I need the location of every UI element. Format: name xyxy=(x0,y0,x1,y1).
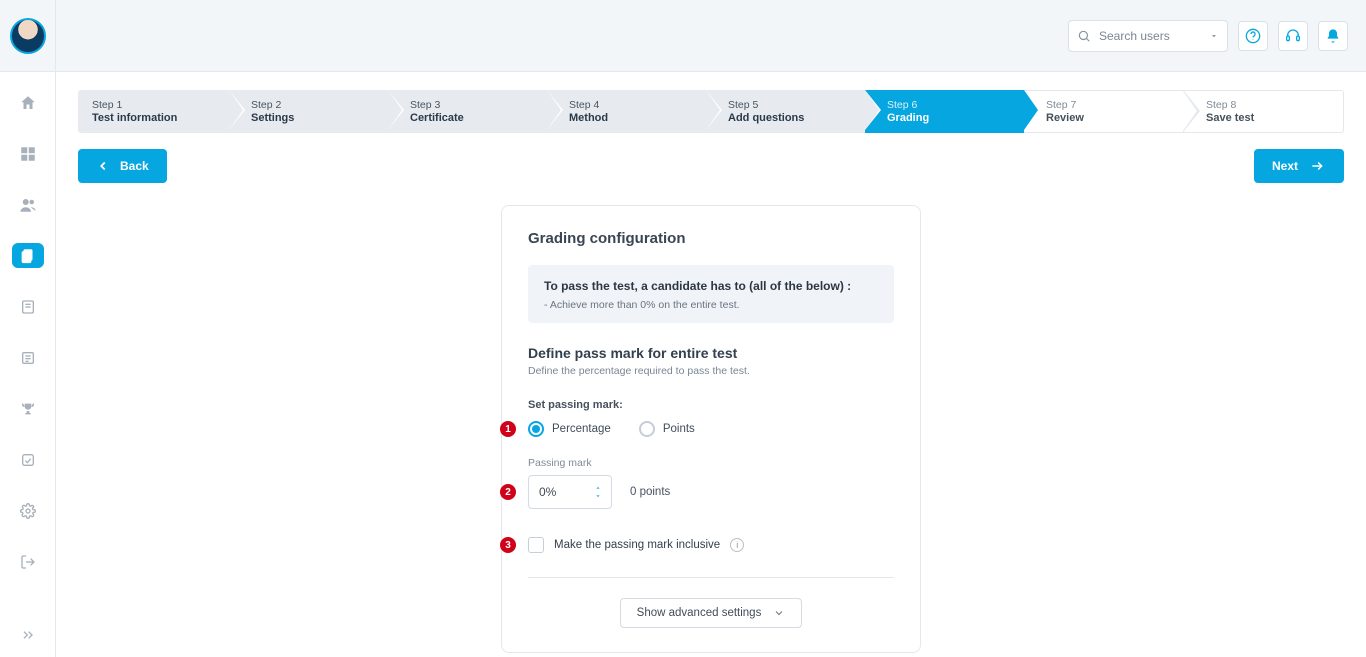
stepper-spinners xyxy=(593,484,603,500)
step-6[interactable]: Step 6Grading xyxy=(865,90,1024,133)
radio-dot-icon xyxy=(528,421,544,437)
nav-tests-icon[interactable] xyxy=(12,243,44,268)
passing-mark-type-radiogroup: 1 Percentage Points xyxy=(528,421,894,437)
inclusive-checkbox[interactable] xyxy=(528,537,544,553)
grading-card: Grading configuration To pass the test, … xyxy=(501,205,921,653)
step-7[interactable]: Step 7Review xyxy=(1024,90,1184,133)
nav-training-icon[interactable] xyxy=(12,345,44,370)
search-icon xyxy=(1077,29,1091,43)
step-1[interactable]: Step 1Test information xyxy=(78,90,229,133)
step-8[interactable]: Step 8Save test xyxy=(1184,90,1344,133)
chevron-down-icon xyxy=(773,607,785,619)
nav-surveys-icon[interactable] xyxy=(12,294,44,319)
step-label: Step 5 xyxy=(728,99,851,111)
step-name: Certificate xyxy=(410,112,533,124)
step-label: Step 4 xyxy=(569,99,692,111)
passing-mark-input[interactable]: 0% xyxy=(528,475,612,509)
passing-mark-row: 2 0% 0 points xyxy=(528,475,894,509)
topbar-avatar-slot xyxy=(0,0,56,71)
show-advanced-settings-button[interactable]: Show advanced settings xyxy=(620,598,803,628)
nav-trophy-icon[interactable] xyxy=(12,397,44,422)
step-name: Grading xyxy=(887,112,1010,124)
pass-criteria-infobox: To pass the test, a candidate has to (al… xyxy=(528,265,894,323)
advanced-button-label: Show advanced settings xyxy=(637,607,762,619)
inclusive-checkbox-label: Make the passing mark inclusive xyxy=(554,539,720,551)
points-equivalent: 0 points xyxy=(630,486,670,498)
radio-points-label: Points xyxy=(663,423,695,435)
annotation-badge-1: 1 xyxy=(500,421,516,437)
spinner-up-icon[interactable] xyxy=(593,484,603,492)
infobox-bullet: - Achieve more than 0% on the entire tes… xyxy=(544,299,878,311)
nav-logout-icon[interactable] xyxy=(12,550,44,575)
next-button[interactable]: Next xyxy=(1254,149,1344,183)
search-placeholder: Search users xyxy=(1099,29,1203,43)
info-icon[interactable]: i xyxy=(730,538,744,552)
step-name: Add questions xyxy=(728,112,851,124)
step-name: Save test xyxy=(1206,112,1329,124)
step-label: Step 7 xyxy=(1046,99,1169,111)
step-4[interactable]: Step 4Method xyxy=(547,90,706,133)
wizard-nav-row: Back Next xyxy=(78,149,1344,183)
step-label: Step 3 xyxy=(410,99,533,111)
step-2[interactable]: Step 2Settings xyxy=(229,90,388,133)
section-title: Define pass mark for entire test xyxy=(528,345,894,361)
spinner-down-icon[interactable] xyxy=(593,492,603,500)
radio-dot-icon xyxy=(639,421,655,437)
caret-down-icon xyxy=(1209,31,1219,41)
next-button-label: Next xyxy=(1272,159,1298,173)
infobox-headline: To pass the test, a candidate has to (al… xyxy=(544,279,878,293)
step-label: Step 8 xyxy=(1206,99,1329,111)
passing-mark-label: Passing mark xyxy=(528,457,894,469)
step-5[interactable]: Step 5Add questions xyxy=(706,90,865,133)
step-name: Method xyxy=(569,112,692,124)
support-button[interactable] xyxy=(1278,21,1308,51)
step-label: Step 6 xyxy=(887,99,1010,111)
topbar-right: Search users xyxy=(1068,20,1348,52)
annotation-badge-2: 2 xyxy=(500,484,516,500)
wizard-stepper: Step 1Test informationStep 2SettingsStep… xyxy=(78,90,1344,133)
notifications-button[interactable] xyxy=(1318,21,1348,51)
help-button[interactable] xyxy=(1238,21,1268,51)
radio-percentage-label: Percentage xyxy=(552,423,611,435)
nav-dashboard-icon[interactable] xyxy=(12,141,44,166)
step-3[interactable]: Step 3Certificate xyxy=(388,90,547,133)
back-button[interactable]: Back xyxy=(78,149,167,183)
step-label: Step 1 xyxy=(92,99,215,111)
nav-settings-icon[interactable] xyxy=(12,499,44,524)
radio-points[interactable]: Points xyxy=(639,421,695,437)
inclusive-checkbox-row: 3 Make the passing mark inclusive i xyxy=(528,533,894,578)
nav-users-icon[interactable] xyxy=(12,192,44,217)
nav-reports-icon[interactable] xyxy=(12,448,44,473)
set-passing-mark-label: Set passing mark: xyxy=(528,399,894,411)
sidebar-collapse-icon[interactable] xyxy=(20,627,36,643)
nav-home-icon[interactable] xyxy=(12,90,44,115)
step-name: Test information xyxy=(92,112,215,124)
radio-percentage[interactable]: Percentage xyxy=(528,421,611,437)
back-button-label: Back xyxy=(120,159,149,173)
sidebar xyxy=(0,72,56,657)
top-bar: Search users xyxy=(0,0,1366,72)
search-users-dropdown[interactable]: Search users xyxy=(1068,20,1228,52)
section-subtitle: Define the percentage required to pass t… xyxy=(528,365,894,377)
step-name: Settings xyxy=(251,112,374,124)
step-name: Review xyxy=(1046,112,1169,124)
step-label: Step 2 xyxy=(251,99,374,111)
passing-mark-value: 0% xyxy=(539,485,556,499)
avatar[interactable] xyxy=(10,18,46,54)
content-area: Step 1Test informationStep 2SettingsStep… xyxy=(56,72,1366,657)
annotation-badge-3: 3 xyxy=(500,537,516,553)
card-title: Grading configuration xyxy=(528,230,894,247)
